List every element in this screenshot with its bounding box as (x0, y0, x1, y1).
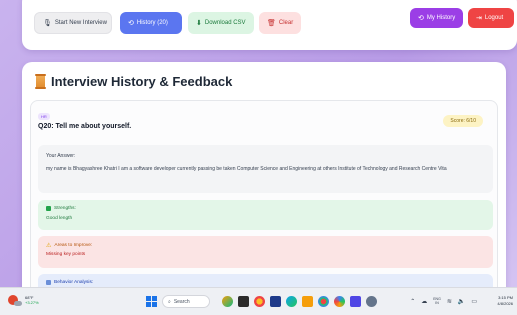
page-title: Interview History & Feedback (35, 74, 233, 89)
search-icon: ⌕ (168, 298, 171, 305)
logout-label: Logout (484, 15, 504, 21)
chart-icon (46, 280, 51, 285)
volume-icon[interactable]: 🔈 (458, 298, 465, 305)
search-placeholder: Search (173, 298, 190, 305)
warning-icon: ⚠ (46, 243, 52, 249)
strengths-box: Strengths: Good length (38, 200, 493, 230)
my-history-button[interactable]: ⟲ My History (410, 8, 463, 28)
history-clock-icon: ⟲ (128, 19, 134, 27)
system-tray: ⌃ ☁ ENG IN ≋ 🔈 ▭ (410, 297, 477, 305)
wifi-icon[interactable]: ≋ (447, 298, 452, 305)
clock-date: 4/8/2026 (497, 301, 513, 306)
page-title-text: Interview History & Feedback (51, 74, 233, 89)
edge-icon[interactable] (286, 296, 297, 307)
windows-start-icon[interactable] (146, 296, 157, 307)
taskbar-search-input[interactable]: ⌕ Search (162, 295, 210, 308)
strengths-text: Good length (46, 216, 73, 221)
logout-icon: ⇥ (476, 14, 482, 22)
trash-icon: 🗑 (267, 19, 276, 27)
answer-text: my name is Bhagyashree Khatri I am a sof… (46, 166, 447, 172)
start-new-interview-button[interactable]: 🎙 Start New Interview (34, 12, 112, 34)
history-entry: HR Q20: Tell me about yourself. Score: 6… (30, 100, 498, 302)
answer-box: Your Answer: my name is Bhagyashree Khat… (38, 145, 493, 193)
chrome-profile-icon[interactable] (318, 296, 329, 307)
toolbar: 🎙 Start New Interview ⟲ History (20) ⬇ D… (22, 0, 517, 50)
clear-button[interactable]: 🗑 Clear (259, 12, 301, 34)
scroll-icon (35, 74, 46, 89)
answer-label: Your Answer: (46, 153, 76, 159)
history-label: History (20) (136, 20, 168, 26)
category-badge: HR (38, 113, 50, 120)
score-badge: Score: 6/10 (443, 115, 483, 127)
battery-icon[interactable]: ▭ (471, 298, 477, 305)
weather-widget[interactable]: 68°F +3.27% (8, 295, 39, 306)
download-csv-button[interactable]: ⬇ Download CSV (188, 12, 254, 34)
file-explorer-icon[interactable] (302, 296, 313, 307)
logout-button[interactable]: ⇥ Logout (468, 8, 514, 28)
chrome-icon[interactable] (254, 296, 265, 307)
task-view-icon[interactable] (238, 296, 249, 307)
improve-label: Areas to Improve: (54, 243, 93, 248)
history-panel: Interview History & Feedback HR Q20: Tel… (22, 62, 506, 302)
settings-icon[interactable] (366, 296, 377, 307)
clear-label: Clear (278, 20, 294, 26)
app-icon[interactable] (350, 296, 361, 307)
download-csv-label: Download CSV (204, 20, 246, 26)
strengths-label: Strengths: (54, 206, 76, 211)
improve-text: Missing key points (46, 252, 86, 257)
store-icon[interactable] (270, 296, 281, 307)
photos-icon[interactable] (334, 296, 345, 307)
taskbar: 68°F +3.27% ⌕ Search ⌃ ☁ ENG IN ≋ 🔈 ▭ 3:… (0, 287, 517, 315)
start-new-interview-label: Start New Interview (54, 20, 107, 26)
widgets-icon[interactable] (222, 296, 233, 307)
cloud-icon[interactable]: ☁ (421, 298, 427, 305)
history-clock-icon: ⟲ (418, 14, 424, 22)
language-line2: IN (435, 301, 439, 305)
history-button[interactable]: ⟲ History (20) (120, 12, 182, 34)
question-title: Q20: Tell me about yourself. (38, 123, 132, 130)
clock[interactable]: 3:15 PM 4/8/2026 (497, 295, 513, 307)
my-history-label: My History (426, 15, 456, 21)
weather-icon (8, 295, 22, 306)
chevron-up-icon[interactable]: ⌃ (410, 298, 415, 305)
microphone-icon: 🎙 (43, 19, 52, 27)
download-icon: ⬇ (196, 19, 202, 27)
behavior-label: Behavior Analysis: (54, 280, 94, 285)
weather-change: +3.27% (25, 300, 39, 305)
improve-box: ⚠ Areas to Improve: Missing key points (38, 236, 493, 268)
check-icon (46, 206, 51, 211)
